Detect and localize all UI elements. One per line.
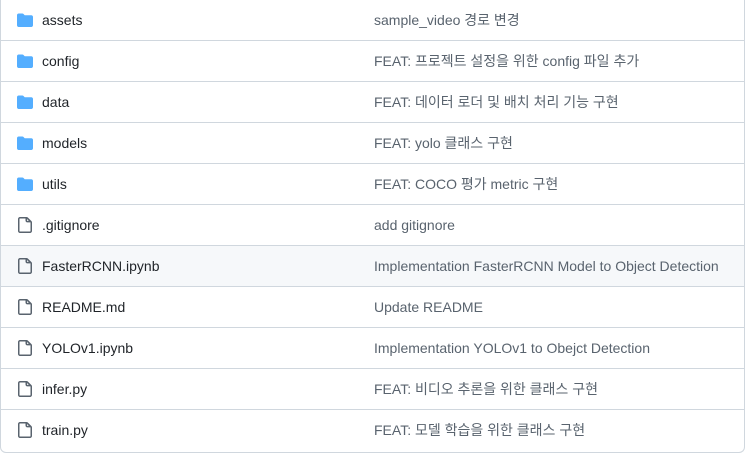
file-icon [17, 217, 33, 233]
file-name-link[interactable]: .gitignore [42, 217, 100, 233]
file-name-link[interactable]: YOLOv1.ipynb [42, 340, 133, 356]
table-row[interactable]: .gitignore add gitignore [1, 204, 744, 245]
folder-icon [17, 94, 33, 110]
folder-name-link[interactable]: utils [42, 176, 67, 192]
table-row[interactable]: README.md Update README [1, 286, 744, 327]
table-row[interactable]: infer.py FEAT: 비디오 추론을 위한 클래스 구현 [1, 368, 744, 409]
commit-message-link[interactable]: FEAT: yolo 클래스 구현 [374, 133, 513, 153]
folder-name-link[interactable]: assets [42, 12, 82, 28]
table-row[interactable]: models FEAT: yolo 클래스 구현 [1, 122, 744, 163]
file-name-link[interactable]: infer.py [42, 381, 87, 397]
folder-icon [17, 53, 33, 69]
file-icon [17, 340, 33, 356]
folder-icon [17, 176, 33, 192]
commit-message-link[interactable]: FEAT: 모델 학습을 위한 클래스 구현 [374, 420, 585, 440]
file-name-link[interactable]: train.py [42, 422, 88, 438]
table-row[interactable]: data FEAT: 데이터 로더 및 배치 처리 기능 구현 [1, 81, 744, 122]
commit-message-link[interactable]: Implementation FasterRCNN Model to Objec… [374, 258, 719, 274]
commit-message-link[interactable]: FEAT: 데이터 로더 및 배치 처리 기능 구현 [374, 92, 619, 112]
file-list-table: assets sample_video 경로 변경 config FEAT: 프로젝트… [0, 0, 745, 453]
commit-message-link[interactable]: FEAT: 프로젝트 설정을 위한 config 파일 추가 [374, 51, 639, 71]
table-row[interactable]: utils FEAT: COCO 평가 metric 구현 [1, 163, 744, 204]
table-row[interactable]: train.py FEAT: 모델 학습을 위한 클래스 구현 [1, 409, 744, 450]
file-icon [17, 422, 33, 438]
file-name-link[interactable]: README.md [42, 299, 125, 315]
commit-message-link[interactable]: Update README [374, 299, 483, 315]
folder-name-link[interactable]: models [42, 135, 87, 151]
commit-message-link[interactable]: FEAT: COCO 평가 metric 구현 [374, 174, 558, 194]
file-icon [17, 299, 33, 315]
file-name-link[interactable]: FasterRCNN.ipynb [42, 258, 159, 274]
folder-icon [17, 12, 33, 28]
commit-message-link[interactable]: Implementation YOLOv1 to Obejct Detectio… [374, 340, 650, 356]
table-row[interactable]: config FEAT: 프로젝트 설정을 위한 config 파일 추가 [1, 40, 744, 81]
file-icon [17, 258, 33, 274]
commit-message-link[interactable]: sample_video 경로 변경 [374, 10, 520, 30]
file-icon [17, 381, 33, 397]
folder-icon [17, 135, 33, 151]
table-row[interactable]: FasterRCNN.ipynb Implementation FasterRCN… [1, 245, 744, 286]
table-row[interactable]: assets sample_video 경로 변경 [1, 0, 744, 40]
table-row[interactable]: YOLOv1.ipynb Implementation YOLOv1 to Obe… [1, 327, 744, 368]
commit-message-link[interactable]: FEAT: 비디오 추론을 위한 클래스 구현 [374, 379, 598, 399]
folder-name-link[interactable]: config [42, 53, 79, 69]
commit-message-link[interactable]: add gitignore [374, 217, 455, 233]
folder-name-link[interactable]: data [42, 94, 69, 110]
